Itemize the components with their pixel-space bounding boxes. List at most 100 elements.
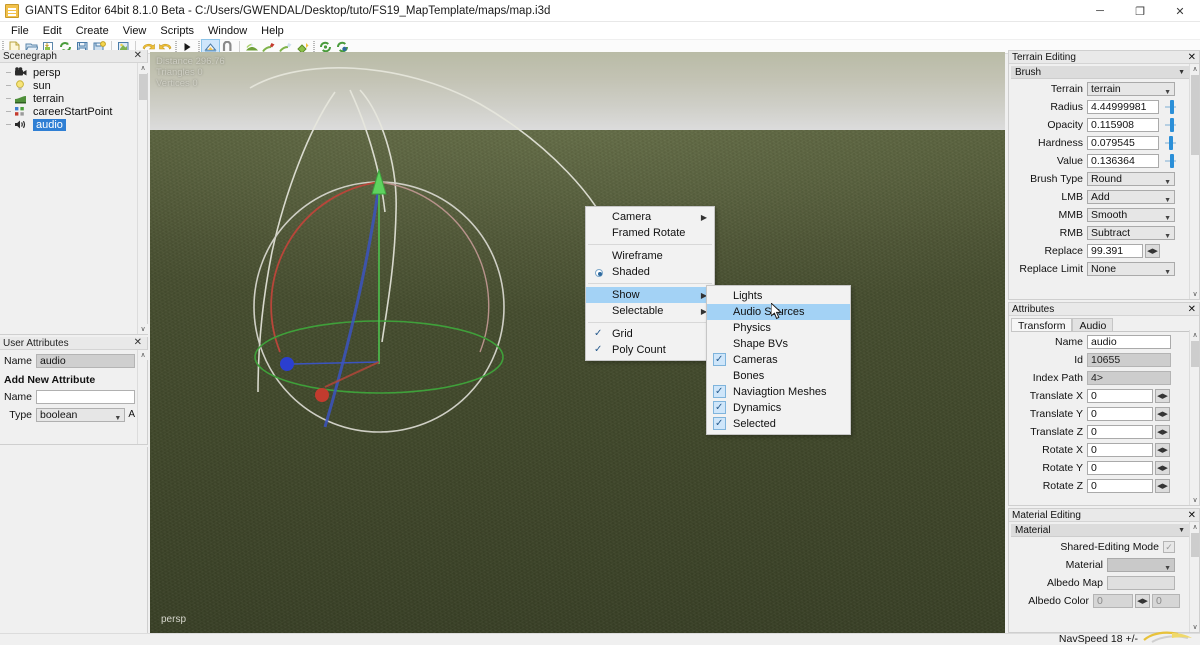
maximize-button[interactable]: ❐: [1120, 0, 1160, 22]
new-attribute-name-input[interactable]: [36, 389, 135, 404]
lmb-select[interactable]: Add ▼: [1087, 190, 1175, 204]
scroll-down-icon[interactable]: ∨: [1190, 289, 1200, 299]
scroll-up-icon[interactable]: ∧: [138, 350, 148, 360]
value-input[interactable]: 0.136364: [1087, 154, 1159, 168]
submenu-item-shape-bvs[interactable]: Shape BVs: [707, 336, 850, 352]
translate-x-stepper[interactable]: ◀▶: [1155, 389, 1170, 403]
radius-input[interactable]: 4.44999981: [1087, 100, 1159, 114]
value-slider[interactable]: [1165, 154, 1176, 168]
hardness-slider[interactable]: [1165, 136, 1176, 150]
rotate-x-input[interactable]: 0: [1087, 443, 1153, 457]
attr-row-rotate-z: Rotate Z 0 ◀▶: [1009, 478, 1199, 494]
context-menu-item-wireframe[interactable]: Wireframe: [586, 248, 714, 264]
submenu-item-bones[interactable]: Bones: [707, 368, 850, 384]
viewport-context-menu[interactable]: Camera ▶ Framed Rotate Wireframe Shaded …: [585, 206, 715, 361]
scenegraph-item-audio[interactable]: audio: [0, 118, 137, 131]
collapse-icon[interactable]: ▼: [1178, 69, 1185, 76]
radius-slider[interactable]: [1165, 100, 1176, 114]
menu-scripts[interactable]: Scripts: [153, 24, 201, 38]
viewport-3d[interactable]: Distance 296.76 Triangles 0 Vertices 0 p…: [150, 52, 1005, 633]
scroll-up-icon[interactable]: ∧: [1190, 330, 1200, 340]
menu-file[interactable]: File: [4, 24, 36, 38]
replace-input[interactable]: 99.391: [1087, 244, 1143, 258]
close-icon[interactable]: ✕: [132, 338, 144, 348]
scroll-down-icon[interactable]: ∨: [138, 324, 148, 334]
scrollbar-thumb[interactable]: [139, 74, 147, 100]
scenegraph-scrollbar[interactable]: ∧ ∨: [137, 63, 148, 334]
hardness-input[interactable]: 0.079545: [1087, 136, 1159, 150]
material-editing-scrollbar[interactable]: ∧ ∨: [1189, 522, 1199, 632]
albedo-color-stepper[interactable]: ◀▶: [1135, 594, 1150, 608]
scenegraph-item-sun[interactable]: sun: [0, 79, 137, 92]
context-menu-item-show[interactable]: Show ▶: [586, 287, 714, 303]
menu-edit[interactable]: Edit: [36, 24, 69, 38]
menu-view[interactable]: View: [116, 24, 154, 38]
scroll-down-icon[interactable]: ∨: [1190, 495, 1200, 505]
submenu-item-cameras[interactable]: ✓ Cameras: [707, 352, 850, 368]
translate-y-stepper[interactable]: ◀▶: [1155, 407, 1170, 421]
scrollbar-thumb[interactable]: [1191, 75, 1199, 155]
material-select[interactable]: ▼: [1107, 558, 1175, 572]
translate-z-input[interactable]: 0: [1087, 425, 1153, 439]
submenu-item-lights[interactable]: Lights: [707, 288, 850, 304]
close-icon[interactable]: ✕: [132, 51, 144, 61]
submenu-item-physics[interactable]: Physics: [707, 320, 850, 336]
translate-y-input[interactable]: 0: [1087, 407, 1153, 421]
menu-create[interactable]: Create: [69, 24, 116, 38]
brush-type-select[interactable]: Round ▼: [1087, 172, 1175, 186]
context-menu-item-framed-rotate[interactable]: Framed Rotate: [586, 225, 714, 241]
translate-z-stepper[interactable]: ◀▶: [1155, 425, 1170, 439]
replace-stepper[interactable]: ◀▶: [1145, 244, 1160, 258]
scenegraph-item-careerstartpoint[interactable]: careerStartPoint: [0, 105, 137, 118]
brush-section-header[interactable]: Brush ▼: [1011, 66, 1189, 79]
close-icon[interactable]: ✕: [1188, 52, 1196, 63]
submenu-item-selected[interactable]: ✓ Selected: [707, 416, 850, 432]
scenegraph-item-terrain[interactable]: terrain: [0, 92, 137, 105]
scrollbar-thumb[interactable]: [1191, 341, 1199, 367]
context-menu-item-selectable[interactable]: Selectable ▶: [586, 303, 714, 319]
albedo-color-r[interactable]: 0: [1093, 594, 1133, 608]
scroll-up-icon[interactable]: ∧: [1190, 522, 1200, 532]
submenu-item-dynamics[interactable]: ✓ Dynamics: [707, 400, 850, 416]
rotate-x-stepper[interactable]: ◀▶: [1155, 443, 1170, 457]
close-button[interactable]: ✕: [1160, 0, 1200, 22]
translate-x-input[interactable]: 0: [1087, 389, 1153, 403]
terrain-select[interactable]: terrain ▼: [1087, 82, 1175, 96]
viewport-stat-vertices: Vertices 0: [156, 78, 198, 89]
attributes-scrollbar[interactable]: ∧ ∨: [1189, 330, 1199, 505]
scenegraph-item-persp[interactable]: persp: [0, 66, 137, 79]
context-menu-item-grid[interactable]: ✓ Grid: [586, 326, 714, 342]
terrain-editing-scrollbar[interactable]: ∧ ∨: [1189, 64, 1199, 299]
minimize-button[interactable]: ─: [1080, 0, 1120, 22]
scroll-up-icon[interactable]: ∧: [138, 63, 148, 73]
opacity-input[interactable]: 0.115908: [1087, 118, 1159, 132]
shared-editing-mode-checkbox[interactable]: ✓: [1163, 541, 1175, 553]
submenu-item-navigation-meshes[interactable]: ✓ Naviagtion Meshes: [707, 384, 850, 400]
menu-help[interactable]: Help: [254, 24, 291, 38]
name-input[interactable]: audio: [1087, 335, 1171, 349]
add-attribute-button[interactable]: A: [128, 409, 135, 420]
opacity-slider[interactable]: [1165, 118, 1176, 132]
rotate-y-stepper[interactable]: ◀▶: [1155, 461, 1170, 475]
rotate-z-input[interactable]: 0: [1087, 479, 1153, 493]
replace-limit-select[interactable]: None ▼: [1087, 262, 1175, 276]
tab-audio[interactable]: Audio: [1072, 318, 1114, 332]
context-menu-item-camera[interactable]: Camera ▶: [586, 209, 714, 225]
tab-transform[interactable]: Transform: [1011, 318, 1073, 332]
mmb-select[interactable]: Smooth ▼: [1087, 208, 1175, 222]
scrollbar-thumb[interactable]: [1191, 533, 1199, 557]
rotate-z-stepper[interactable]: ◀▶: [1155, 479, 1170, 493]
context-menu-item-shaded[interactable]: Shaded: [586, 264, 714, 280]
new-attribute-type-select[interactable]: boolean ▼: [36, 407, 126, 422]
scroll-up-icon[interactable]: ∧: [1190, 64, 1200, 74]
close-icon[interactable]: ✕: [1188, 304, 1196, 315]
material-section-header[interactable]: Material ▼: [1011, 524, 1189, 537]
context-menu-item-poly-count[interactable]: ✓ Poly Count: [586, 342, 714, 358]
menu-window[interactable]: Window: [201, 24, 254, 38]
albedo-color-g[interactable]: 0: [1152, 594, 1180, 608]
rotate-y-input[interactable]: 0: [1087, 461, 1153, 475]
user-attributes-scrollbar[interactable]: ∧: [137, 350, 148, 444]
rmb-select[interactable]: Subtract ▼: [1087, 226, 1175, 240]
close-icon[interactable]: ✕: [1188, 510, 1196, 521]
collapse-icon[interactable]: ▼: [1178, 527, 1185, 534]
